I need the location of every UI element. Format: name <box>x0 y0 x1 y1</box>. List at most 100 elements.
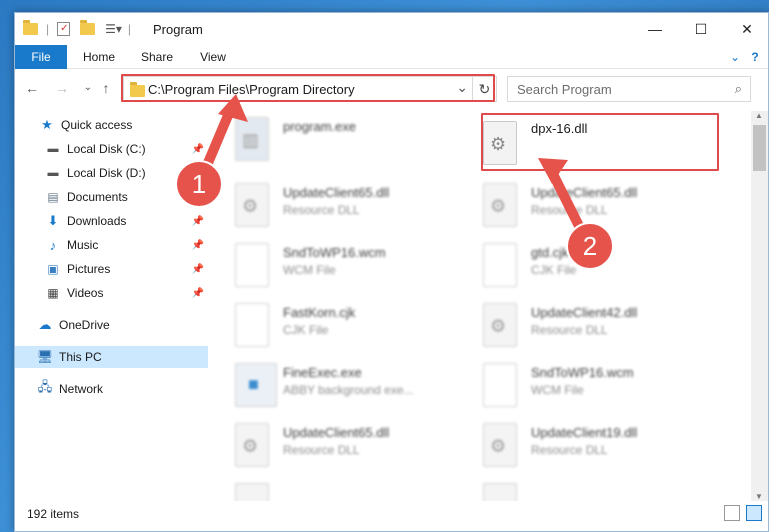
music-icon: ♪ <box>49 237 57 253</box>
recent-locations-icon[interactable]: ⌄ <box>79 79 97 97</box>
dll-file-icon: ⚙ <box>483 423 517 467</box>
close-button[interactable]: ✕ <box>724 13 769 45</box>
generic-file-icon <box>483 363 517 407</box>
sidebar-item-label: Documents <box>67 190 128 204</box>
sidebar-item-videos[interactable]: ▦ Videos 📌 <box>15 282 208 304</box>
properties-icon[interactable]: ✓ <box>57 22 71 36</box>
exe-file-icon: ■ <box>235 363 277 407</box>
address-dropdown-icon[interactable]: ⌄ <box>456 79 468 96</box>
file-type: Resource DLL <box>531 203 608 217</box>
file-item-program-exe[interactable]: ▥ program.exe <box>221 111 451 167</box>
folder-icon <box>130 82 145 97</box>
scrollbar-thumb[interactable] <box>753 125 766 171</box>
expand-ribbon-icon[interactable]: ⌄ <box>727 45 743 69</box>
maximize-button[interactable]: ☐ <box>678 13 724 45</box>
pin-icon[interactable]: 📌 <box>192 240 204 251</box>
file-type: Resource DLL <box>283 203 360 217</box>
file-item[interactable]: ⚙ UpdateClient19.dll Resource DLL <box>469 417 699 473</box>
videos-icon: ▦ <box>47 286 59 300</box>
selected-file-highlight <box>481 113 719 171</box>
item-count: 192 items <box>27 507 80 521</box>
search-input[interactable]: Search Program <box>517 82 612 97</box>
sidebar-item-downloads[interactable]: ⬇ Downloads 📌 <box>15 210 208 232</box>
address-path[interactable]: C:\Program Files\Program Directory <box>148 82 355 97</box>
file-type: Resource DLL <box>283 443 360 457</box>
search-box[interactable]: Search Program ⌕ <box>507 76 751 102</box>
back-arrow-icon[interactable]: ← <box>23 79 41 97</box>
file-name: UpdateClient65.dll <box>531 185 638 200</box>
dll-file-icon: ⚙ <box>483 303 517 347</box>
quick-access-toolbar: | ✓ ☰▾ | <box>23 20 131 38</box>
generic-file-icon <box>235 243 269 287</box>
file-type: WCM File <box>283 263 336 277</box>
customize-toolbar-icon[interactable]: ☰▾ <box>105 22 122 36</box>
generic-file-icon <box>235 303 269 347</box>
sidebar-item-this-pc[interactable]: 🖥 This PC <box>15 346 208 368</box>
dll-file-icon: ⚙ <box>235 183 269 227</box>
forward-arrow-icon[interactable]: → <box>53 79 71 97</box>
file-type: CJK File <box>283 323 329 337</box>
sidebar-item-label: Downloads <box>67 214 127 228</box>
tab-home[interactable]: Home <box>75 45 123 69</box>
dll-file-icon: ⚙ <box>483 183 517 227</box>
file-type: WCM File <box>531 383 584 397</box>
sidebar-item-label: Local Disk (D:) <box>67 166 146 180</box>
scroll-down-icon[interactable]: ▼ <box>755 492 763 501</box>
separator: | <box>127 22 132 36</box>
large-icons-view-icon[interactable] <box>746 505 762 521</box>
generic-file-icon <box>483 243 517 287</box>
sidebar-item-pictures[interactable]: ▣ Pictures 📌 <box>15 258 208 280</box>
tab-file[interactable]: File <box>15 45 67 69</box>
file-item[interactable]: SndToWP16.wcm WCM File <box>469 357 699 413</box>
pin-icon[interactable]: 📌 <box>192 264 204 275</box>
drive-icon: ▬ <box>47 167 59 179</box>
pin-icon[interactable]: 📌 <box>192 144 204 155</box>
refresh-icon[interactable]: ↻ <box>472 77 496 101</box>
sidebar-item-label: Pictures <box>67 262 111 276</box>
file-item[interactable]: FastKorn.cjk CJK File <box>221 297 451 353</box>
file-item[interactable] <box>221 477 451 501</box>
file-item[interactable]: ⚙ UpdateClient65.dll Resource DLL <box>221 417 451 473</box>
new-folder-icon[interactable] <box>80 20 96 35</box>
search-icon[interactable]: ⌕ <box>735 81 742 97</box>
scroll-up-icon[interactable]: ▲ <box>755 111 763 120</box>
file-name: UpdateClient65.dll <box>283 185 390 200</box>
step-badge-2: 2 <box>566 222 614 270</box>
help-button[interactable]: ? <box>747 45 763 69</box>
ribbon: File Home Share View ⌄ ? <box>15 45 768 69</box>
tab-view[interactable]: View <box>191 45 235 69</box>
file-name: SndToWP16.wcm <box>531 365 634 380</box>
file-name: UpdateClient19.dll <box>531 425 638 440</box>
sidebar-item-music[interactable]: ♪ Music 📌 <box>15 234 208 256</box>
address-bar[interactable]: C:\Program Files\Program Directory ⌄ ↻ <box>123 76 497 102</box>
tab-share[interactable]: Share <box>133 45 181 69</box>
step-badge-1: 1 <box>175 160 223 208</box>
pin-icon[interactable]: 📌 <box>192 288 204 299</box>
status-bar: 192 items <box>15 505 768 531</box>
star-icon: ★ <box>41 117 53 132</box>
sidebar-item-onedrive[interactable]: ☁ OneDrive <box>15 314 208 336</box>
folder-icon[interactable] <box>23 20 38 35</box>
exe-file-icon: ▥ <box>235 117 269 161</box>
file-item[interactable]: SndToWP16.wcm WCM File <box>221 237 451 293</box>
file-name: UpdateClient42.dll <box>531 305 638 320</box>
step-number: 1 <box>191 169 207 199</box>
file-name: SndToWP16.wcm <box>283 245 386 260</box>
dll-file-icon: ⚙ <box>235 423 269 467</box>
file-item[interactable]: ■ FineExec.exe ABBY background exe... <box>221 357 451 413</box>
file-item[interactable]: ⚙ UpdateClient42.dll Resource DLL <box>469 297 699 353</box>
minimize-button[interactable]: — <box>632 13 678 45</box>
pin-icon[interactable]: 📌 <box>192 216 204 227</box>
sidebar-item-quick-access[interactable]: ★ Quick access <box>15 114 208 136</box>
dll-file-icon <box>235 483 269 501</box>
file-item[interactable] <box>469 477 699 501</box>
sidebar-item-local-disk-c[interactable]: ▬ Local Disk (C:) 📌 <box>15 138 208 160</box>
up-arrow-icon[interactable]: ↑ <box>97 79 115 97</box>
network-icon: 🖧 <box>37 379 53 394</box>
file-item[interactable]: ⚙ UpdateClient65.dll Resource DLL <box>221 177 451 233</box>
vertical-scrollbar[interactable]: ▲ ▼ <box>751 111 768 501</box>
file-type: CJK File <box>531 263 577 277</box>
details-view-icon[interactable] <box>724 505 740 521</box>
window-title: Program <box>153 22 203 37</box>
sidebar-item-network[interactable]: 🖧 Network <box>15 378 208 400</box>
